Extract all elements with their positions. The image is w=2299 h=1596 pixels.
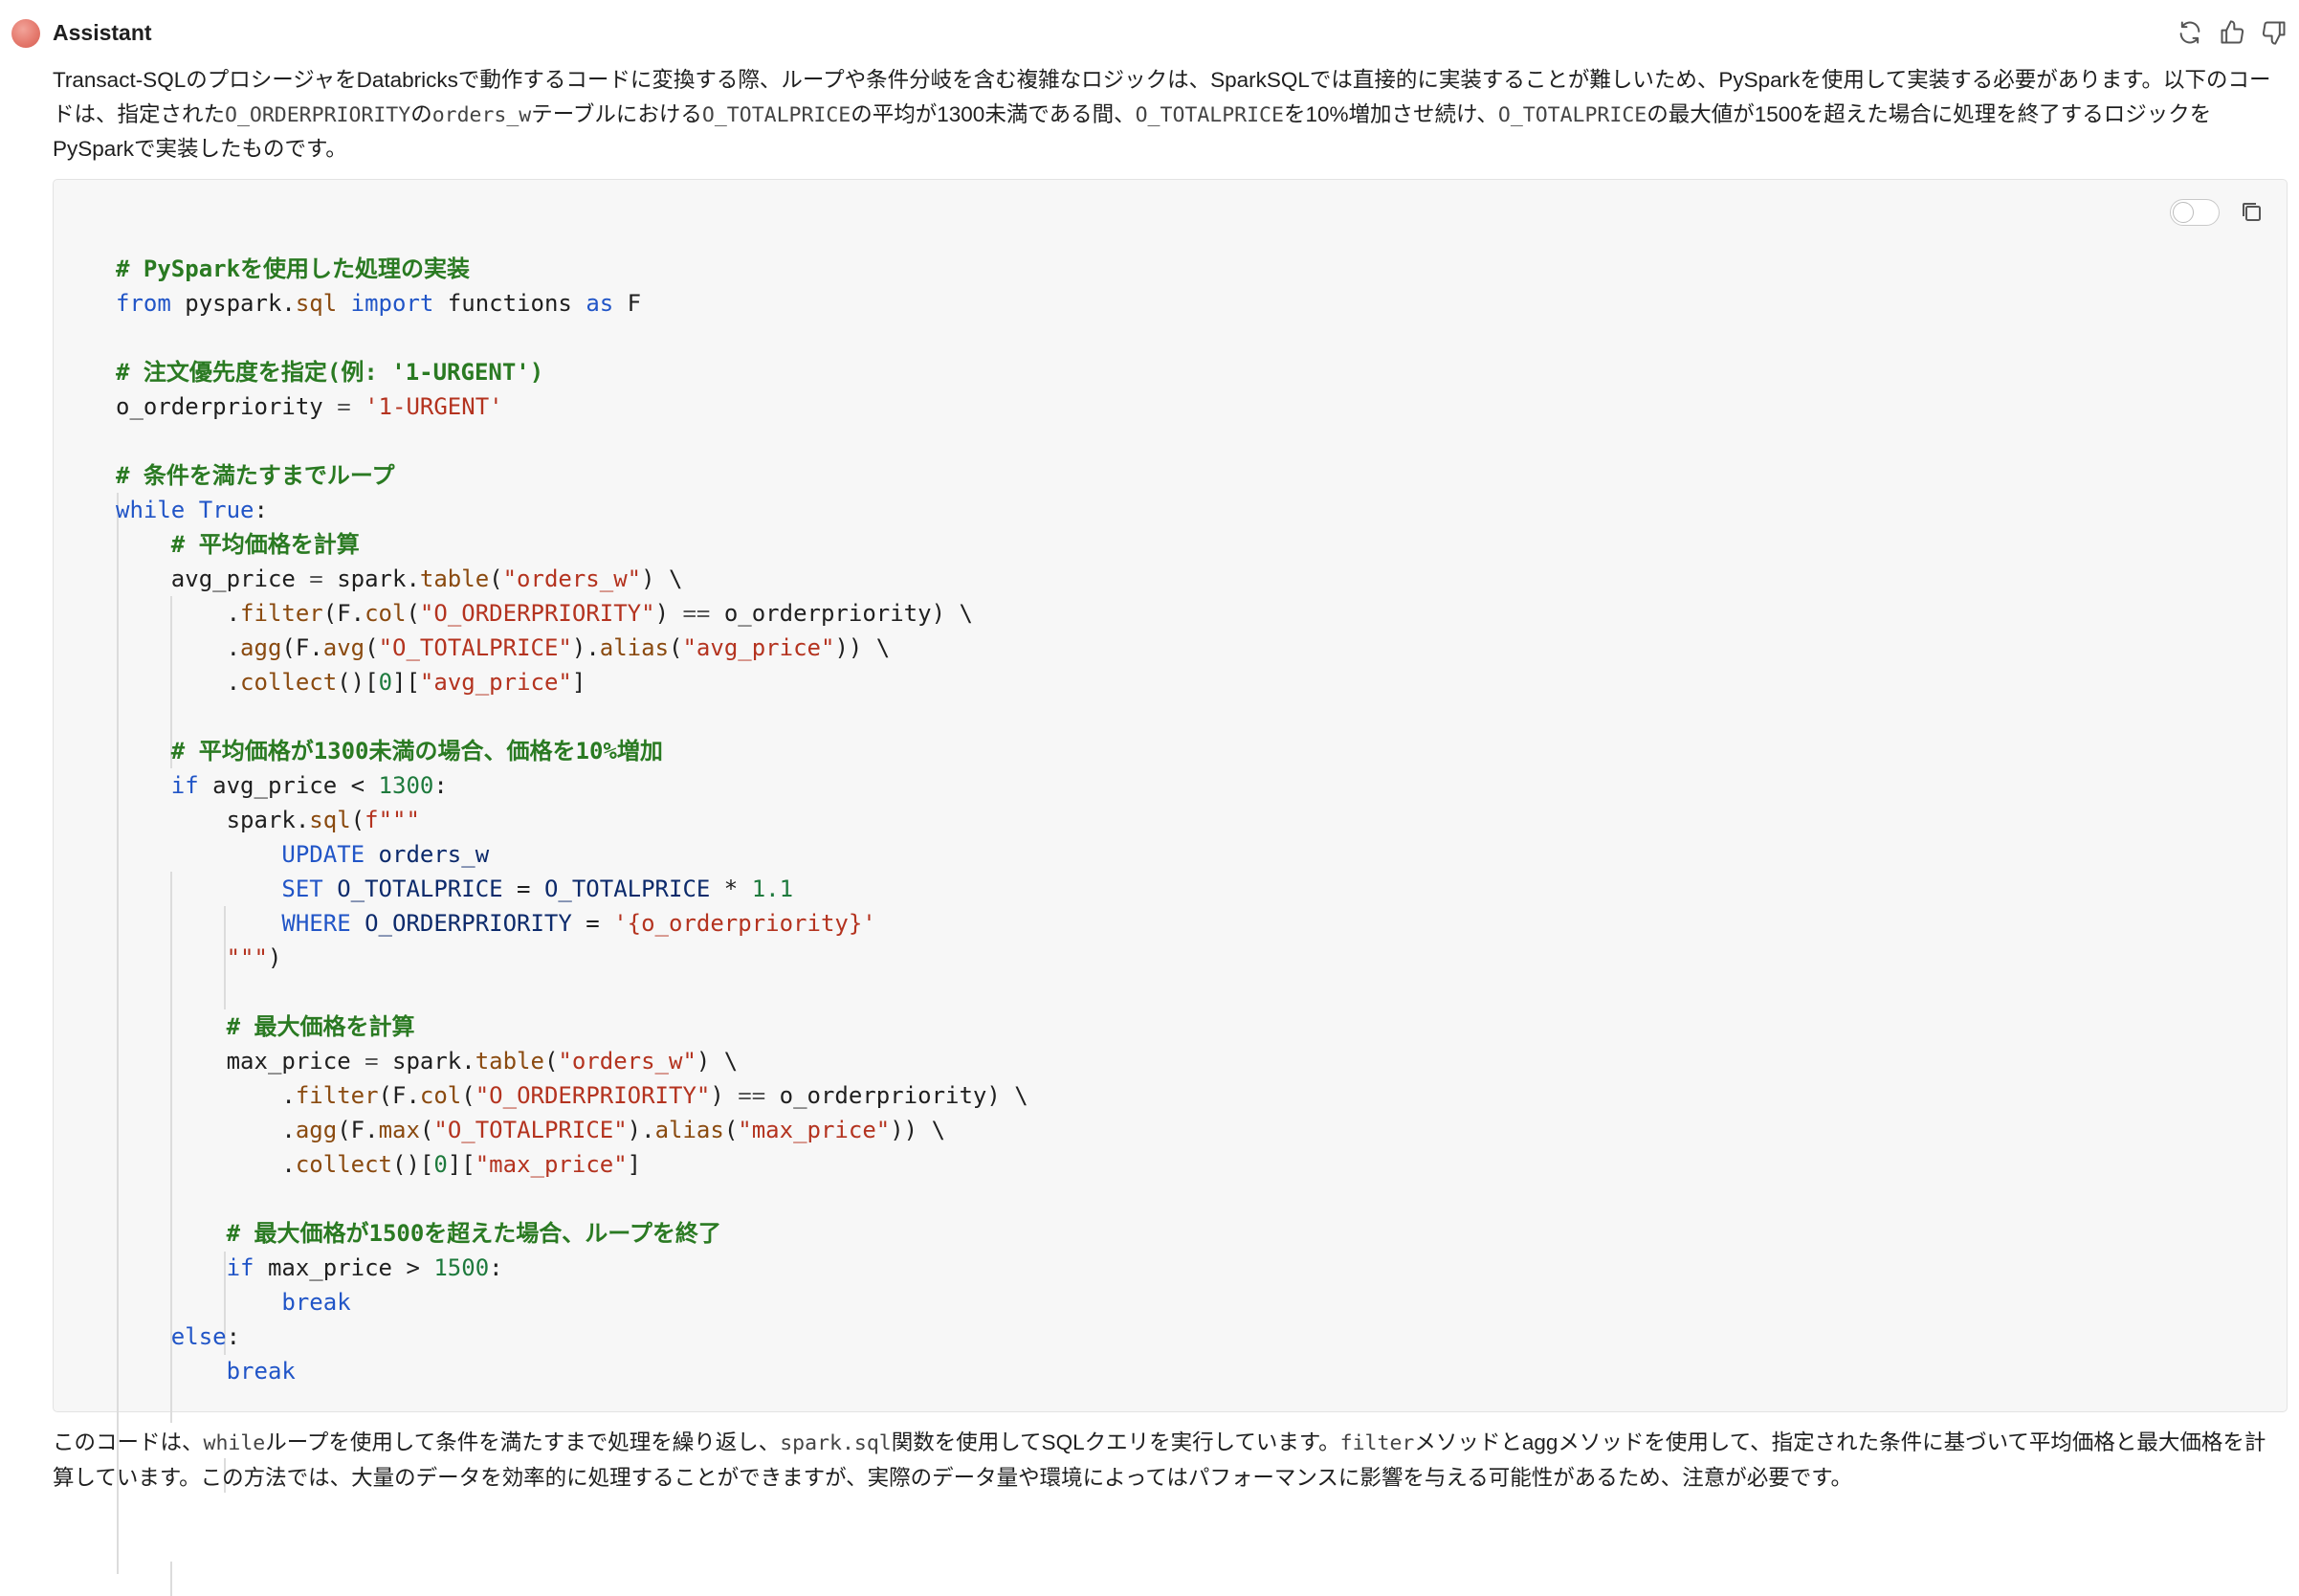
regenerate-button[interactable] — [2175, 17, 2205, 48]
code-line: # 最大価格が1500を超えた場合、ループを終了 — [226, 1220, 721, 1247]
code-line: spark.sql(f""" — [116, 807, 420, 833]
code-line: .filter(F.col("O_ORDERPRIORITY") == o_or… — [116, 1082, 1028, 1109]
code-line: break — [281, 1289, 351, 1316]
code-line: ​ — [116, 699, 1028, 734]
wrap-toggle[interactable] — [2170, 199, 2220, 226]
code-line: from pyspark.sql import functions as F — [116, 290, 642, 317]
code-line: max_price = spark.table("orders_w") \ — [116, 1048, 739, 1075]
thumbs-down-icon — [2262, 21, 2286, 45]
code-line: # 注文優先度を指定(例: '1-URGENT') — [116, 359, 544, 386]
code-line: ​ — [116, 975, 1028, 1009]
code-line: # 条件を満たすまでループ — [116, 462, 395, 489]
code-line: .filter(F.col("O_ORDERPRIORITY") == o_or… — [116, 600, 973, 627]
code-line: if avg_price < 1300: — [170, 772, 448, 799]
assistant-avatar — [11, 19, 40, 48]
indent-guide — [170, 1562, 172, 1596]
outro-paragraph: このコードは、whileループを使用して条件を満たすまで処理を繰り返し、spar… — [53, 1430, 2266, 1490]
code-line: while True: — [116, 497, 268, 523]
code-line: """) — [226, 944, 282, 971]
code-line: .collect()[0]["max_price"] — [116, 1151, 642, 1178]
code-line: WHERE O_ORDERPRIORITY = '{o_orderpriorit… — [281, 910, 876, 937]
code-line: .agg(F.avg("O_TOTALPRICE").alias("avg_pr… — [116, 634, 891, 661]
code-line: break — [226, 1358, 296, 1385]
code-line: # 平均価格を計算 — [170, 531, 360, 558]
code-line: ​ — [116, 424, 1028, 458]
code-line: .collect()[0]["avg_price"] — [116, 669, 586, 696]
code-line: UPDATE orders_w — [281, 841, 490, 868]
message-actions — [2175, 17, 2289, 48]
intro-paragraph: Transact-SQLのプロシージャをDatabricksで動作するコードに変… — [53, 68, 2271, 161]
code-line: else: — [170, 1323, 241, 1350]
copy-button[interactable] — [2237, 197, 2267, 228]
code-line: o_orderpriority = '1-URGENT' — [116, 393, 503, 420]
thumbs-down-button[interactable] — [2259, 17, 2289, 48]
thumbs-up-button[interactable] — [2217, 17, 2247, 48]
author-name: Assistant — [53, 20, 152, 45]
refresh-icon — [2179, 21, 2200, 44]
code-line: ​ — [116, 1182, 1028, 1216]
code-line: # PySparkを使用した処理の実装 — [116, 255, 471, 282]
copy-icon — [2243, 203, 2261, 221]
code-line: if max_price > 1500: — [226, 1254, 503, 1281]
thumbs-up-icon — [2221, 20, 2244, 44]
code-content: # PySparkを使用した処理の実装 from pyspark.sql impo… — [116, 252, 1028, 1388]
code-line: # 平均価格が1300未満の場合、価格を10%増加 — [170, 738, 663, 765]
code-block: # PySparkを使用した処理の実装 from pyspark.sql impo… — [53, 179, 2288, 1596]
code-line: SET O_TOTALPRICE = O_TOTALPRICE * 1.1 — [281, 876, 794, 902]
code-line: .agg(F.max("O_TOTALPRICE").alias("max_pr… — [116, 1117, 946, 1143]
code-line: avg_price = spark.table("orders_w") \ — [116, 565, 683, 592]
code-line: ​ — [116, 321, 1028, 355]
message-header: Assistant — [10, 15, 2289, 54]
code-line: # 最大価格を計算 — [226, 1013, 415, 1040]
